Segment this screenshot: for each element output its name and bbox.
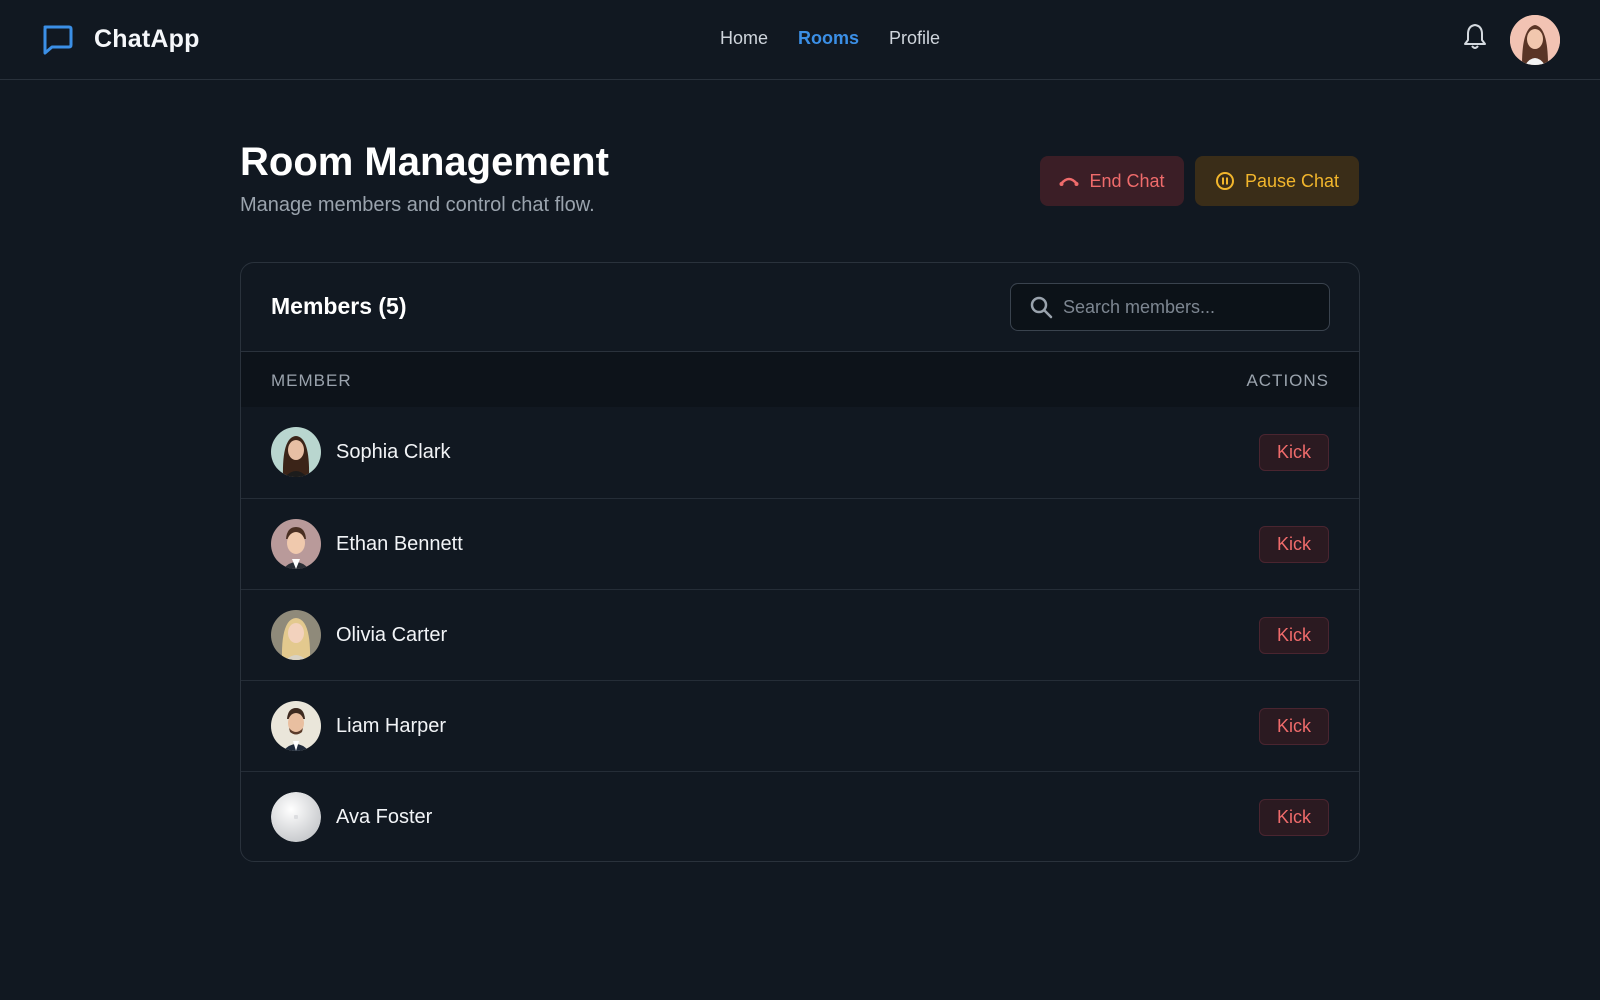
member-name: Liam Harper bbox=[336, 715, 447, 737]
end-chat-button[interactable]: End Chat bbox=[1040, 156, 1184, 206]
member-row: Olivia Carter Kick bbox=[241, 589, 1359, 680]
nav-rooms[interactable]: Rooms bbox=[798, 28, 859, 49]
member-row: Ava Foster Kick bbox=[241, 771, 1359, 861]
nav-profile[interactable]: Profile bbox=[889, 28, 940, 49]
kick-button[interactable]: Kick bbox=[1259, 434, 1329, 471]
chat-bubble-icon bbox=[40, 22, 74, 56]
members-table-header: MEMBER ACTIONS bbox=[241, 351, 1359, 407]
member-avatar bbox=[271, 610, 321, 660]
app-name: ChatApp bbox=[94, 24, 200, 53]
search-input[interactable] bbox=[1063, 292, 1313, 322]
member-row: Sophia Clark Kick bbox=[241, 407, 1359, 498]
kick-button[interactable]: Kick bbox=[1259, 617, 1329, 654]
members-title: Members (5) bbox=[271, 293, 407, 319]
kick-button[interactable]: Kick bbox=[1259, 799, 1329, 836]
member-avatar bbox=[271, 427, 321, 477]
phone-hangup-icon bbox=[1059, 177, 1079, 186]
main-nav: Home Rooms Profile bbox=[720, 28, 940, 49]
member-avatar bbox=[271, 701, 321, 751]
member-avatar bbox=[271, 792, 321, 842]
member-row: Ethan Bennett Kick bbox=[241, 498, 1359, 589]
top-navigation-bar: ChatApp Home Rooms Profile bbox=[0, 0, 1600, 80]
page-subtitle: Manage members and control chat flow. bbox=[240, 194, 595, 216]
pause-chat-button[interactable]: Pause Chat bbox=[1195, 156, 1359, 206]
page-title: Room Management bbox=[240, 140, 609, 184]
members-card: Members (5) MEMBER ACTIONS bbox=[240, 262, 1360, 862]
pause-chat-label: Pause Chat bbox=[1244, 170, 1340, 191]
search-icon bbox=[1029, 295, 1053, 319]
member-name: Ava Foster bbox=[336, 806, 433, 828]
pause-circle-icon bbox=[1215, 172, 1234, 190]
member-avatar bbox=[271, 519, 321, 569]
column-header-actions: ACTIONS bbox=[1246, 371, 1329, 390]
member-row: Liam Harper Kick bbox=[241, 680, 1359, 771]
member-name: Ethan Bennett bbox=[336, 533, 463, 555]
end-chat-label: End Chat bbox=[1089, 170, 1165, 191]
column-header-member: MEMBER bbox=[271, 371, 352, 390]
brand[interactable]: ChatApp bbox=[40, 22, 200, 56]
members-card-header: Members (5) bbox=[241, 263, 1359, 351]
kick-button[interactable]: Kick bbox=[1259, 708, 1329, 745]
kick-button[interactable]: Kick bbox=[1259, 526, 1329, 563]
member-name: Olivia Carter bbox=[336, 624, 448, 646]
bell-icon[interactable] bbox=[1462, 22, 1488, 50]
member-name: Sophia Clark bbox=[336, 441, 451, 463]
user-avatar[interactable] bbox=[1510, 15, 1560, 65]
member-search[interactable] bbox=[1010, 283, 1330, 331]
nav-home[interactable]: Home bbox=[720, 28, 768, 49]
members-list: Sophia Clark Kick Ethan Bennett Kick Oli… bbox=[241, 407, 1359, 861]
